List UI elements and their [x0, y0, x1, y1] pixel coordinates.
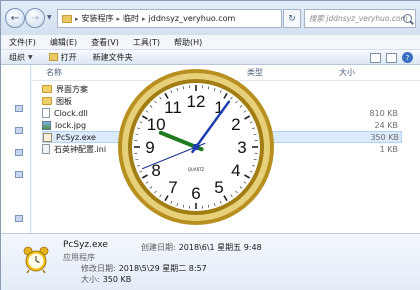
navigation-pane[interactable]: [1, 65, 31, 233]
clock-number: 6: [191, 184, 200, 203]
details-file-name: PcSyz.exe: [63, 240, 108, 250]
details-modified: 修改日期: 2018\5\29 星期二 8:57: [81, 263, 207, 274]
refresh-icon: ↻: [288, 13, 296, 24]
breadcrumb-item[interactable]: jddnsyz_veryhuo.com: [149, 14, 236, 23]
preview-pane-icon[interactable]: [386, 52, 397, 63]
chevron-down-icon: ▼: [28, 53, 33, 61]
menu-file[interactable]: 文件(F): [9, 37, 36, 48]
desktop-clock-widget[interactable]: 12 1234567891011 QUARTZ: [116, 67, 276, 227]
menu-help[interactable]: 帮助(H): [174, 37, 202, 48]
clock-number: 4: [231, 161, 240, 180]
details-created: 创建日期: 2018\6\1 星期五 9:48: [141, 242, 262, 253]
back-arrow-icon: ←: [10, 12, 20, 24]
file-name: 图板: [56, 96, 72, 106]
open-button[interactable]: 打开: [48, 52, 77, 63]
details-created-label: 创建日期:: [141, 243, 176, 252]
forward-arrow-icon: →: [30, 12, 40, 24]
file-name: PcSyz.exe: [56, 132, 96, 142]
search-placeholder: 搜索 jddnsyz_veryhuo.com: [309, 14, 408, 23]
breadcrumb-separator-icon: ▸: [142, 14, 146, 23]
search-input[interactable]: 搜索 jddnsyz_veryhuo.com: [304, 9, 416, 28]
alarm-clock-icon: [23, 246, 49, 274]
clock-number: 10: [147, 115, 166, 134]
file-name: Clock.dll: [54, 108, 88, 118]
breadcrumb-separator-icon: ▸: [116, 14, 121, 23]
clock-brand: QUARTZ: [188, 167, 205, 172]
folder-icon: [42, 97, 52, 105]
nav-item-icon[interactable]: [15, 105, 23, 112]
clock-number: 2: [231, 115, 240, 134]
ini-file-icon: [42, 144, 50, 154]
forward-button[interactable]: →: [25, 8, 45, 28]
menu-edit[interactable]: 编辑(E): [50, 37, 77, 48]
folder-icon: [62, 14, 72, 23]
history-dropdown-icon[interactable]: ▼: [47, 14, 55, 22]
nav-item-icon[interactable]: [15, 215, 23, 222]
dll-file-icon: [42, 108, 50, 118]
clock-number: 12: [187, 92, 206, 111]
address-bar[interactable]: ▸ 安装程序 ▸ 临时 ▸ jddnsyz_veryhuo.com: [57, 9, 282, 28]
nav-item-icon[interactable]: [15, 149, 23, 156]
command-toolbar: 组织 ▼ 打开 新建文件夹 ?: [1, 49, 420, 65]
details-size-value: 350 KB: [102, 275, 132, 284]
address-toolbar: ← → ▼ ▸ 安装程序 ▸ 临时 ▸ jddnsyz_veryhuo.com …: [1, 1, 420, 35]
help-icon[interactable]: ?: [402, 52, 413, 63]
file-name: lock.jpg: [55, 120, 87, 130]
clock-center-pin: [192, 143, 200, 151]
clock-number: 5: [214, 178, 223, 197]
menu-tools[interactable]: 工具(T): [133, 37, 160, 48]
file-name: 界面方案: [56, 84, 88, 94]
breadcrumb-item[interactable]: 临时: [123, 13, 139, 24]
nav-item-icon[interactable]: [15, 127, 23, 134]
organize-button[interactable]: 组织 ▼: [9, 52, 33, 63]
exe-file-icon: [43, 132, 52, 142]
breadcrumb-item[interactable]: 安装程序: [82, 13, 114, 24]
explorer-window: ← → ▼ ▸ 安装程序 ▸ 临时 ▸ jddnsyz_veryhuo.com …: [0, 0, 420, 290]
refresh-button[interactable]: ↻: [283, 9, 301, 28]
image-file-icon: [42, 120, 51, 130]
clock-number: 8: [151, 161, 160, 180]
view-options-icon[interactable]: [370, 52, 381, 63]
breadcrumb-separator-icon: ▸: [75, 14, 79, 23]
details-modified-value: 2018\5\29 星期二 8:57: [118, 264, 207, 273]
view-controls: ?: [370, 52, 413, 63]
details-created-value: 2018\6\1 星期五 9:48: [178, 243, 262, 252]
open-label: 打开: [60, 52, 77, 62]
nav-item-icon[interactable]: [15, 171, 23, 178]
clock-number: 9: [145, 138, 154, 157]
details-modified-label: 修改日期:: [81, 264, 116, 273]
open-icon: [48, 53, 58, 61]
file-size: 24 KB: [374, 120, 398, 130]
details-size: 大小: 350 KB: [81, 274, 131, 285]
details-pane: PcSyz.exe 应用程序 创建日期: 2018\6\1 星期五 9:48 修改…: [1, 233, 420, 290]
column-name[interactable]: 名称: [46, 67, 62, 78]
clock-number: 3: [237, 138, 246, 157]
search-icon: [403, 14, 412, 23]
new-folder-label: 新建文件夹: [92, 52, 133, 62]
column-size[interactable]: 大小: [339, 67, 355, 78]
menu-bar: 文件(F) 编辑(E) 查看(V) 工具(T) 帮助(H): [1, 35, 420, 49]
back-button[interactable]: ←: [5, 8, 25, 28]
menu-view[interactable]: 查看(V): [91, 37, 119, 48]
clock-number: 7: [168, 178, 177, 197]
new-folder-button[interactable]: 新建文件夹: [93, 52, 133, 63]
organize-label: 组织: [9, 52, 25, 62]
file-size: 1 KB: [379, 144, 398, 154]
file-size: 350 KB: [370, 132, 399, 142]
file-size: 810 KB: [369, 108, 398, 118]
details-size-label: 大小:: [81, 275, 100, 284]
file-name: 石英钟配置.ini: [54, 144, 107, 154]
details-file-type: 应用程序: [63, 253, 95, 262]
clock-number: 11: [164, 98, 182, 117]
folder-icon: [42, 85, 52, 93]
